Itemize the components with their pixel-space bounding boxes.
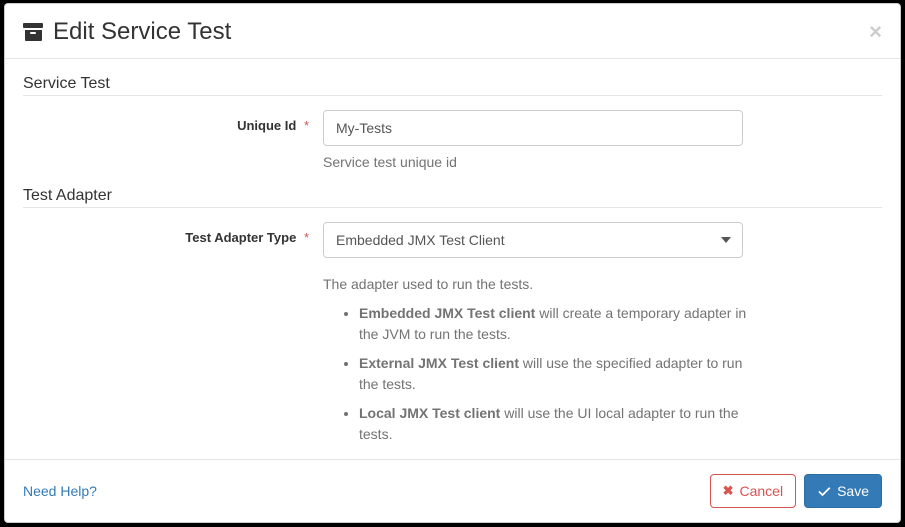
required-star-icon: * [304, 118, 309, 133]
close-icon[interactable]: × [869, 21, 882, 43]
label-unique-id: Unique Id * [23, 110, 323, 133]
row-unique-id: Unique Id * Service test unique id [23, 110, 882, 173]
cancel-button[interactable]: ✖ Cancel [710, 474, 797, 508]
row-adapter-type: Test Adapter Type * Embedded JMX Test Cl… [23, 222, 882, 258]
list-item: External JMX Test client will use the sp… [359, 353, 763, 395]
help-unique-id: Service test unique id [323, 152, 743, 173]
footer-buttons: ✖ Cancel Save [710, 474, 882, 508]
modal-footer: Need Help? ✖ Cancel Save [5, 459, 900, 522]
field-adapter-type: Embedded JMX Test Client [323, 222, 743, 258]
legend-service-test: Service Test [23, 75, 882, 96]
section-service-test: Service Test Unique Id * Service test un… [23, 75, 882, 173]
archive-icon [23, 23, 43, 41]
adapter-type-select-wrap: Embedded JMX Test Client [323, 222, 743, 258]
unique-id-input[interactable] [323, 110, 743, 146]
modal-body: Service Test Unique Id * Service test un… [5, 59, 900, 459]
edit-service-test-modal: Edit Service Test × Service Test Unique … [4, 3, 901, 523]
label-adapter-type: Test Adapter Type * [23, 222, 323, 245]
required-star-icon: * [304, 230, 309, 245]
need-help-link[interactable]: Need Help? [23, 483, 97, 499]
check-icon [817, 484, 831, 498]
list-item: Local JMX Test client will use the UI lo… [359, 403, 763, 445]
row-adapter-help: The adapter used to run the tests. Embed… [23, 268, 882, 453]
adapter-type-select[interactable]: Embedded JMX Test Client [323, 222, 743, 258]
modal-header: Edit Service Test × [5, 4, 900, 59]
x-icon: ✖ [723, 483, 734, 499]
help-adapter-type: The adapter used to run the tests. Embed… [323, 274, 763, 453]
modal-title-wrap: Edit Service Test [23, 18, 231, 46]
legend-test-adapter: Test Adapter [23, 187, 882, 208]
section-test-adapter: Test Adapter Test Adapter Type * Embedde… [23, 187, 882, 453]
save-button[interactable]: Save [804, 474, 882, 508]
field-unique-id: Service test unique id [323, 110, 743, 173]
adapter-bullets: Embedded JMX Test client will create a t… [323, 303, 763, 445]
list-item: Embedded JMX Test client will create a t… [359, 303, 763, 345]
modal-title: Edit Service Test [53, 18, 231, 46]
